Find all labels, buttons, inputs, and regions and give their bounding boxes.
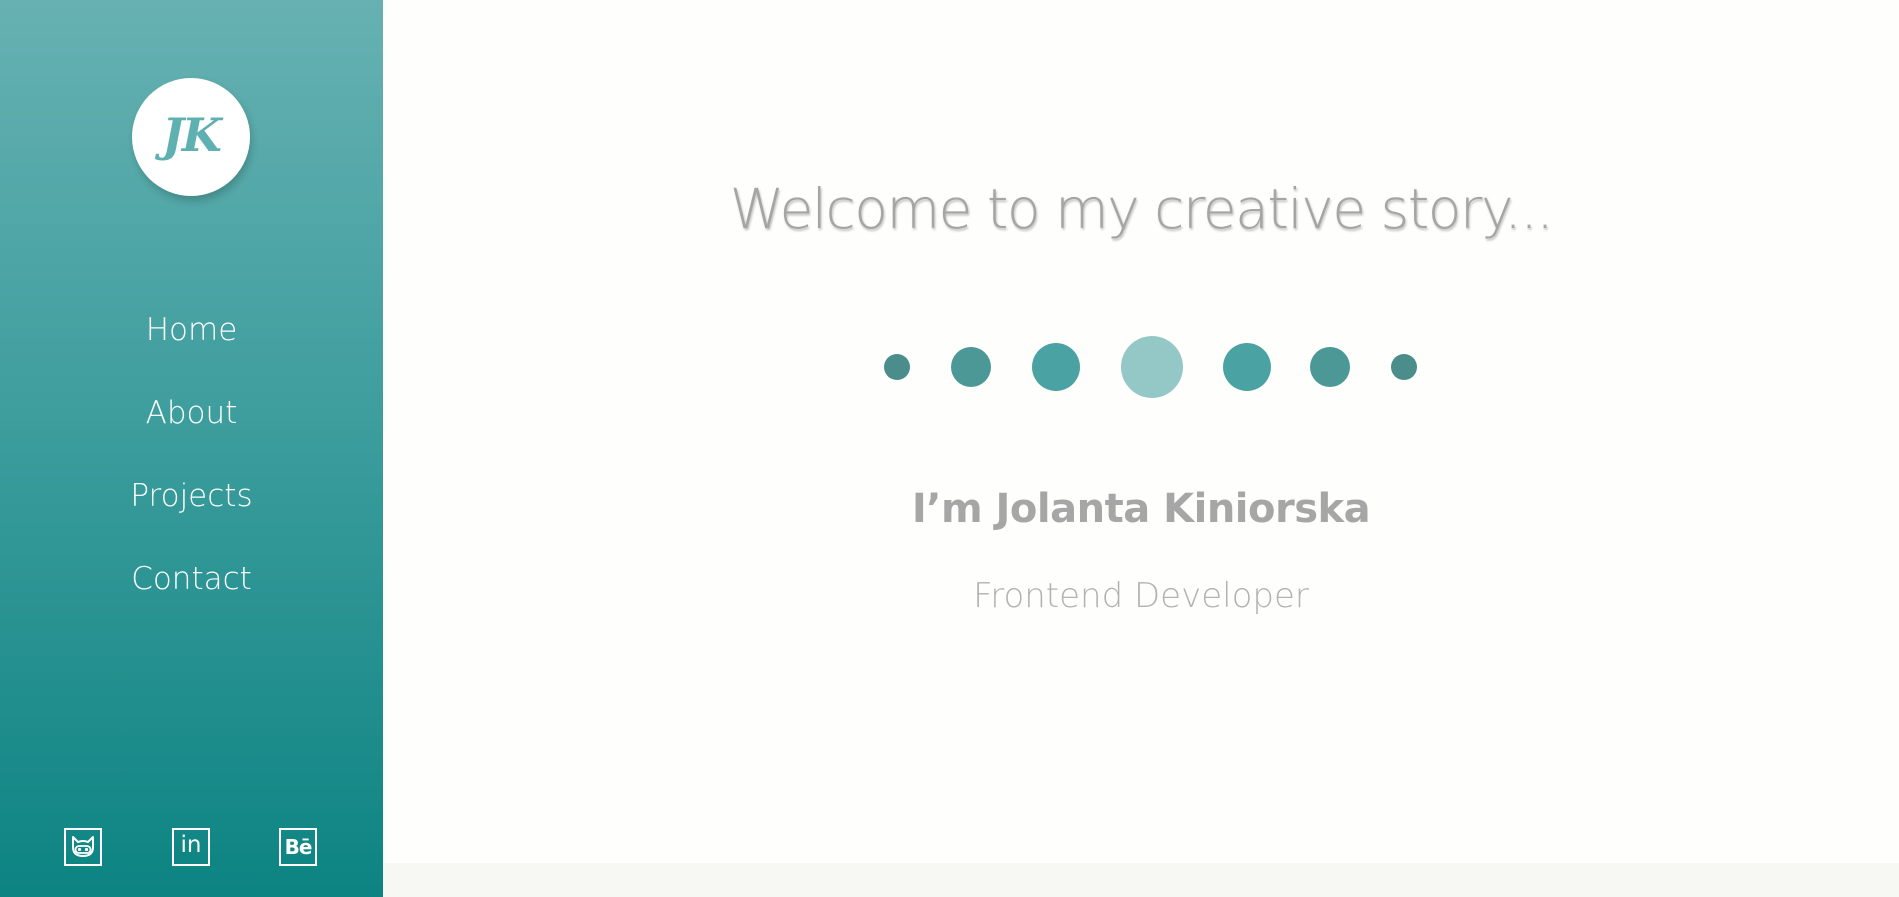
social-links: in Bē: [0, 828, 383, 870]
dot-1: [884, 354, 910, 380]
nav-item-projects[interactable]: Projects: [0, 466, 383, 549]
dot-4: [1121, 336, 1183, 398]
loading-dots: [383, 0, 1899, 863]
linkedin-link[interactable]: in: [172, 828, 210, 866]
behance-icon: Bē: [284, 834, 313, 859]
dot-5: [1223, 343, 1271, 391]
dot-2: [951, 347, 991, 387]
nav-item-about[interactable]: About: [0, 383, 383, 466]
linkedin-icon: in: [180, 832, 202, 858]
dot-7: [1391, 354, 1417, 380]
main-nav: Home About Projects Contact: [0, 300, 383, 632]
logo-text: JK: [162, 108, 222, 162]
nav-item-home[interactable]: Home: [0, 300, 383, 383]
author-name: I’m Jolanta Kiniorska: [911, 486, 1371, 532]
footer-strip: [383, 863, 1899, 897]
author-role: Frontend Developer: [973, 576, 1309, 616]
github-icon: [69, 835, 97, 859]
nav-item-contact[interactable]: Contact: [0, 549, 383, 632]
dot-3: [1032, 343, 1080, 391]
behance-link[interactable]: Bē: [279, 828, 317, 866]
github-link[interactable]: [64, 828, 102, 866]
sidebar: JK Home About Projects Contact in Bē: [0, 0, 383, 897]
main-content: Welcome to my creative story... I’m Jola…: [383, 0, 1899, 863]
logo[interactable]: JK: [132, 78, 250, 196]
page-title: Welcome to my creative story...: [729, 177, 1554, 241]
dot-6: [1310, 347, 1350, 387]
